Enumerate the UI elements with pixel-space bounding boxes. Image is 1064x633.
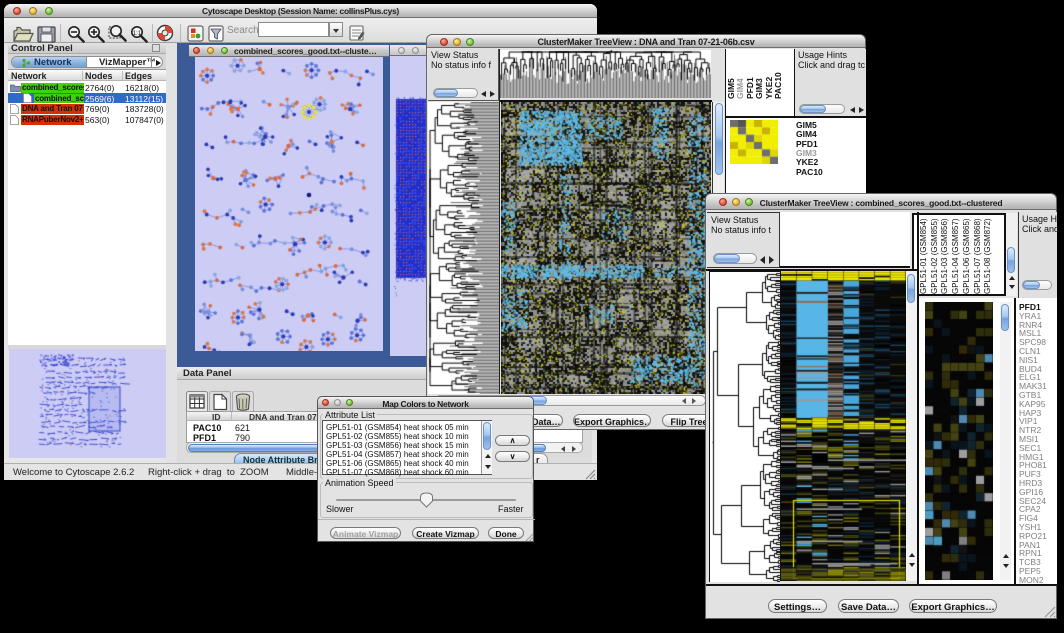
svg-text:1:1: 1:1	[133, 31, 142, 37]
